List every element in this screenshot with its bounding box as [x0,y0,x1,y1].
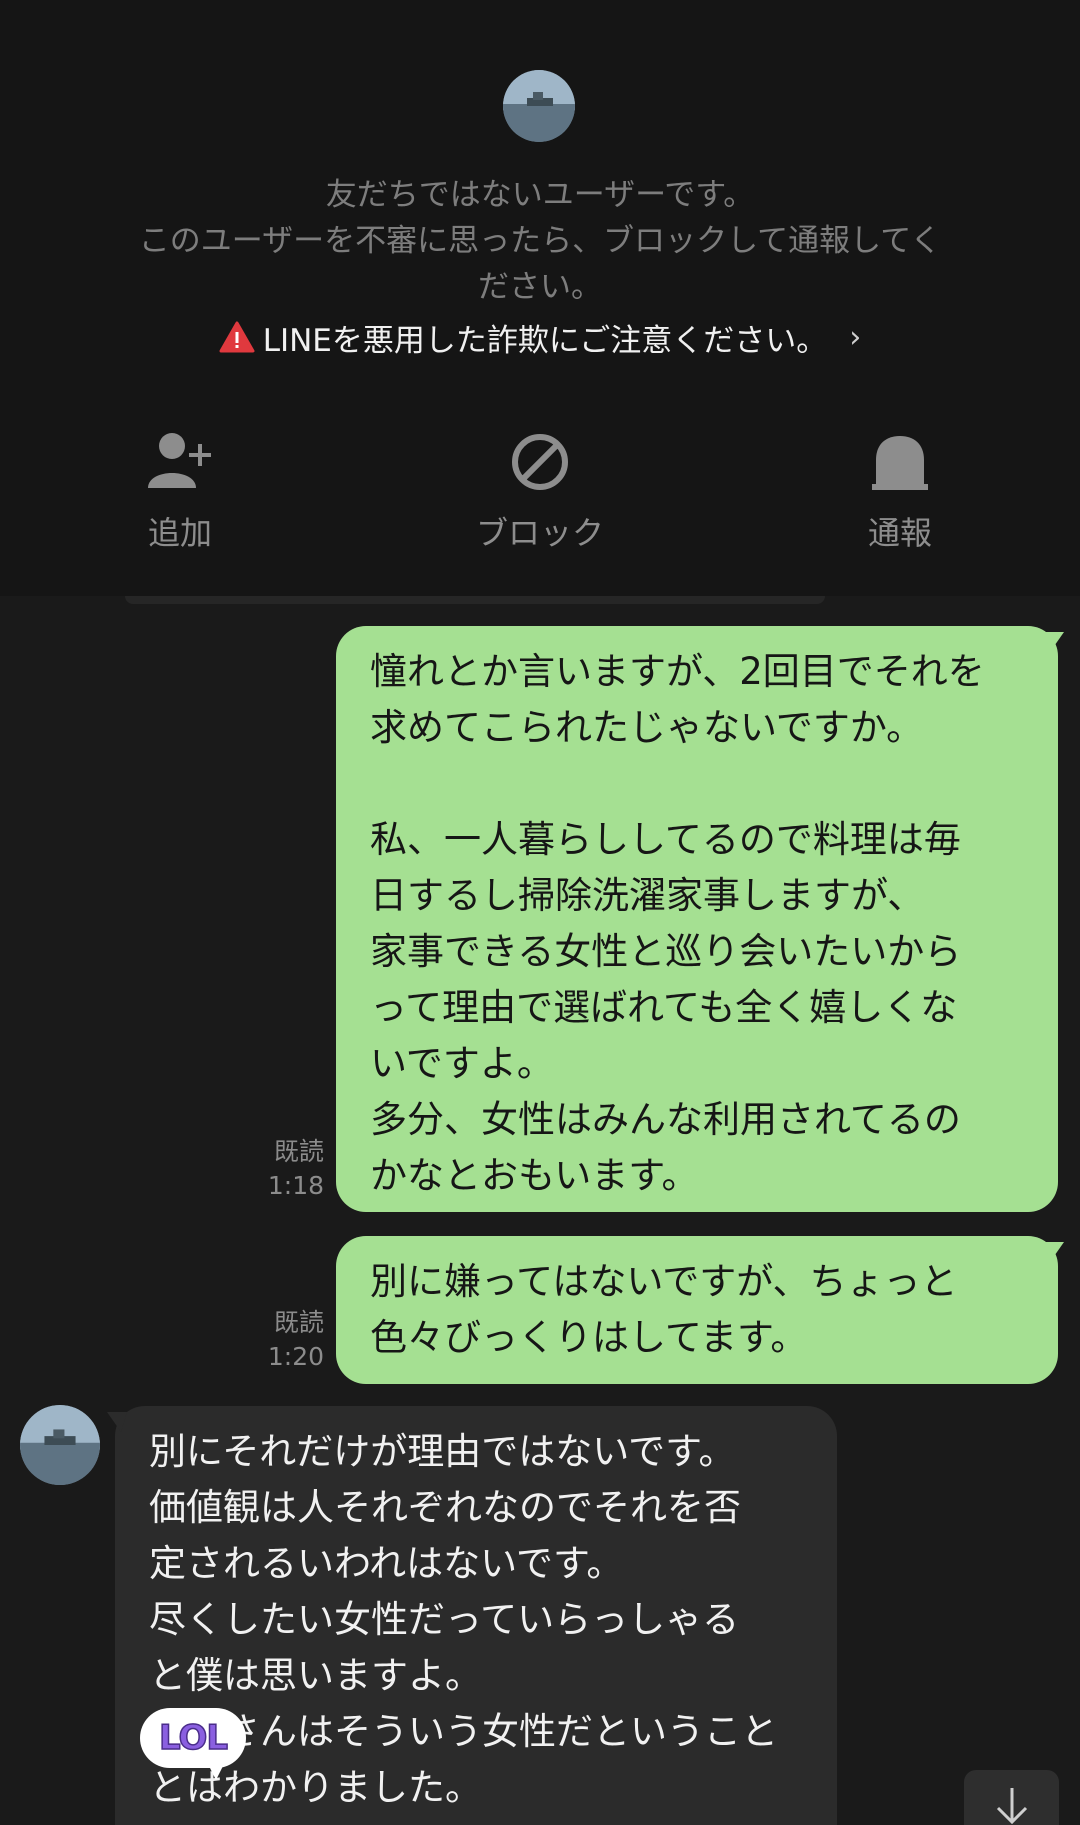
arrow-down-icon [996,1788,1027,1825]
block-button[interactable]: ブロック [440,430,640,560]
sticker-text: LOL [158,1717,229,1759]
report-button[interactable]: 通報 [800,430,1000,560]
add-friend-label: 追加 [147,514,212,552]
message-read-status: 既読 1:20 [258,1306,324,1374]
notice-line: このユーザーを不審に思ったら、ブロックして通報してく [138,223,942,259]
sender-avatar[interactable] [20,1405,100,1485]
avatar-photo [20,1405,100,1485]
outgoing-message-bubble[interactable]: 憧れとか言いますが、2回目でそれを 求めてこられたじゃないですか。 私、一人暮ら… [336,626,1058,1212]
report-bell-icon [872,436,928,490]
non-friend-notice: 友だちではないユーザーです。 このユーザーを不審に思ったら、ブロックして通報して… [110,172,970,310]
block-icon [512,434,568,490]
add-friend-icon [148,433,211,488]
lol-reaction-sticker[interactable]: LOL [140,1708,246,1768]
warning-triangle-icon [219,321,255,353]
read-label: 既読 [273,1308,324,1337]
message-time: 1:20 [267,1342,324,1371]
profile-avatar[interactable] [503,70,575,142]
notice-line: 友だちではないユーザーです。 [325,177,755,213]
report-label: 通報 [867,514,932,552]
fraud-warning-text: LINEを悪用した詐欺にご注意ください。 [262,322,828,359]
message-time: 1:18 [267,1171,324,1200]
fraud-warning-link[interactable]: LINEを悪用した詐欺にご注意ください。 › [0,314,1080,360]
non-friend-header: 友だちではないユーザーです。 このユーザーを不審に思ったら、ブロックして通報して… [0,0,1080,596]
block-label: ブロック [475,514,604,552]
chevron-right-icon: › [849,319,862,355]
message-read-status: 既読 1:18 [258,1135,324,1203]
add-friend-button[interactable]: 追加 [80,430,280,560]
previous-message-edge [125,596,825,604]
outgoing-message-bubble[interactable]: 別に嫌ってはないですが、ちょっと 色々びっくりはしてます。 [336,1236,1058,1384]
avatar-photo [503,70,575,142]
notice-line: ださい。 [478,269,602,305]
read-label: 既読 [273,1137,324,1166]
scroll-to-bottom-button[interactable] [964,1770,1059,1825]
